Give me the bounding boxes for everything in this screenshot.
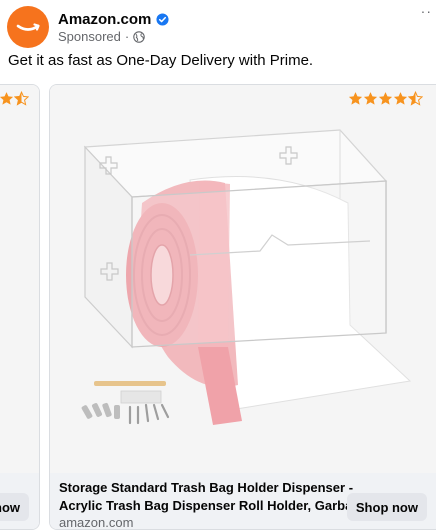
product-domain: amazon.com [59,515,134,530]
more-options-icon[interactable]: ·· [421,4,432,18]
product-title-line-1[interactable]: Storage Standard Trash Bag Holder Dispen… [59,480,353,495]
shop-now-button[interactable]: Shop now [346,493,427,521]
product-image[interactable] [50,85,436,473]
verified-badge-icon [156,13,169,26]
carousel-card-main[interactable]: Storage Standard Trash Bag Holder Dispen… [49,84,436,530]
star-icon [348,92,363,105]
post-header: Amazon.com Sponsored · ·· [0,0,436,52]
previous-product-image[interactable] [0,85,39,473]
half-star-icon [408,91,423,106]
previous-card-footer: now [0,473,39,529]
sponsored-label[interactable]: Sponsored [58,29,121,44]
half-star-icon [14,91,29,106]
page-name-link[interactable]: Amazon.com [58,11,169,28]
product-carousel[interactable]: now [0,84,436,530]
carousel-card-previous[interactable]: now [0,84,40,530]
trash-bag-dispenser-image [50,85,436,473]
amazon-smile-icon [16,23,40,31]
product-title-line-2[interactable]: Acrylic Trash Bag Dispenser Roll Holder,… [59,498,363,513]
star-icon [378,92,393,105]
product-rating-stars [348,91,423,106]
globe-icon [133,30,145,43]
star-icon [0,92,14,105]
amazon-logo-avatar[interactable] [7,6,49,48]
previous-shop-now-button[interactable]: now [0,493,29,521]
post-caption: Get it as fast as One-Day Delivery with … [8,52,314,69]
meta-separator: · [124,29,130,44]
previous-rating-stars [0,91,29,106]
product-card-footer: Storage Standard Trash Bag Holder Dispen… [50,473,436,530]
page-name[interactable]: Amazon.com [58,11,151,28]
star-icon [363,92,378,105]
star-icon [393,92,408,105]
post-meta: Sponsored · [58,29,145,44]
